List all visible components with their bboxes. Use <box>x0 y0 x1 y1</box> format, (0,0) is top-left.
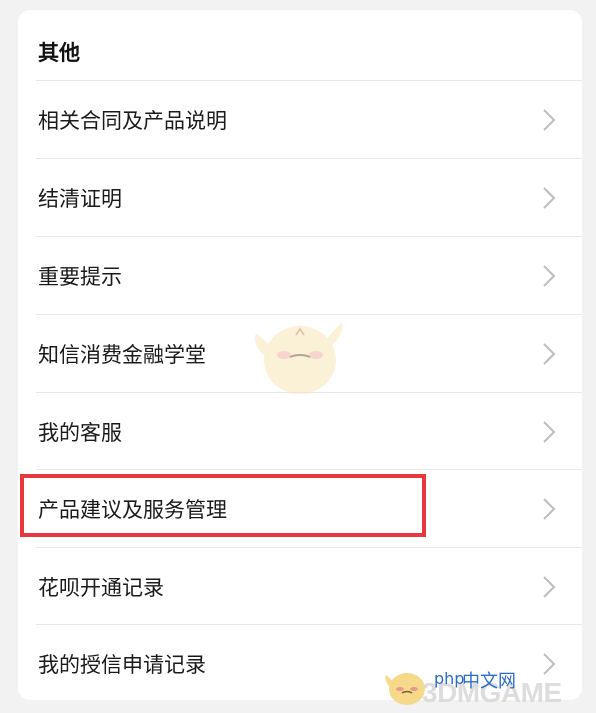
menu-item-label: 相关合同及产品说明 <box>38 108 227 133</box>
menu-item-label: 知信消费金融学堂 <box>38 342 206 367</box>
menu-item-label: 产品建议及服务管理 <box>38 497 227 522</box>
page: 其他 相关合同及产品说明 结清证明 重要提示 知信消费金融学堂 我的客服 产品建… <box>0 0 596 713</box>
chevron-right-icon <box>543 420 556 443</box>
chevron-right-icon <box>543 497 556 520</box>
php-watermark-text: php <box>434 669 465 688</box>
menu-item-product-feedback[interactable]: 产品建议及服务管理 <box>18 470 582 547</box>
menu-item-label: 结清证明 <box>38 186 122 211</box>
site-watermark: 3DMGAME php 中文网 <box>382 663 590 709</box>
menu-item-huabei-records[interactable]: 花呗开通记录 <box>18 548 582 625</box>
chevron-right-icon <box>543 108 556 131</box>
section-title: 其他 <box>38 41 80 65</box>
zhongwen-watermark-text: 中文网 <box>462 671 516 692</box>
menu-item-label: 我的授信申请记录 <box>38 652 206 677</box>
menu-item-settlement-proof[interactable]: 结清证明 <box>18 159 582 236</box>
mascot-watermark-icon <box>255 323 343 394</box>
chevron-right-icon <box>543 342 556 365</box>
menu-item-customer-service[interactable]: 我的客服 <box>18 393 582 470</box>
menu-item-label: 花呗开通记录 <box>38 575 164 600</box>
menu-item-label: 我的客服 <box>38 420 122 445</box>
menu-item-contracts[interactable]: 相关合同及产品说明 <box>18 81 582 158</box>
chevron-right-icon <box>543 264 556 287</box>
menu-item-important-notice[interactable]: 重要提示 <box>18 237 582 314</box>
menu-item-label: 重要提示 <box>38 264 122 289</box>
chevron-right-icon <box>543 186 556 209</box>
chevron-right-icon <box>543 575 556 598</box>
